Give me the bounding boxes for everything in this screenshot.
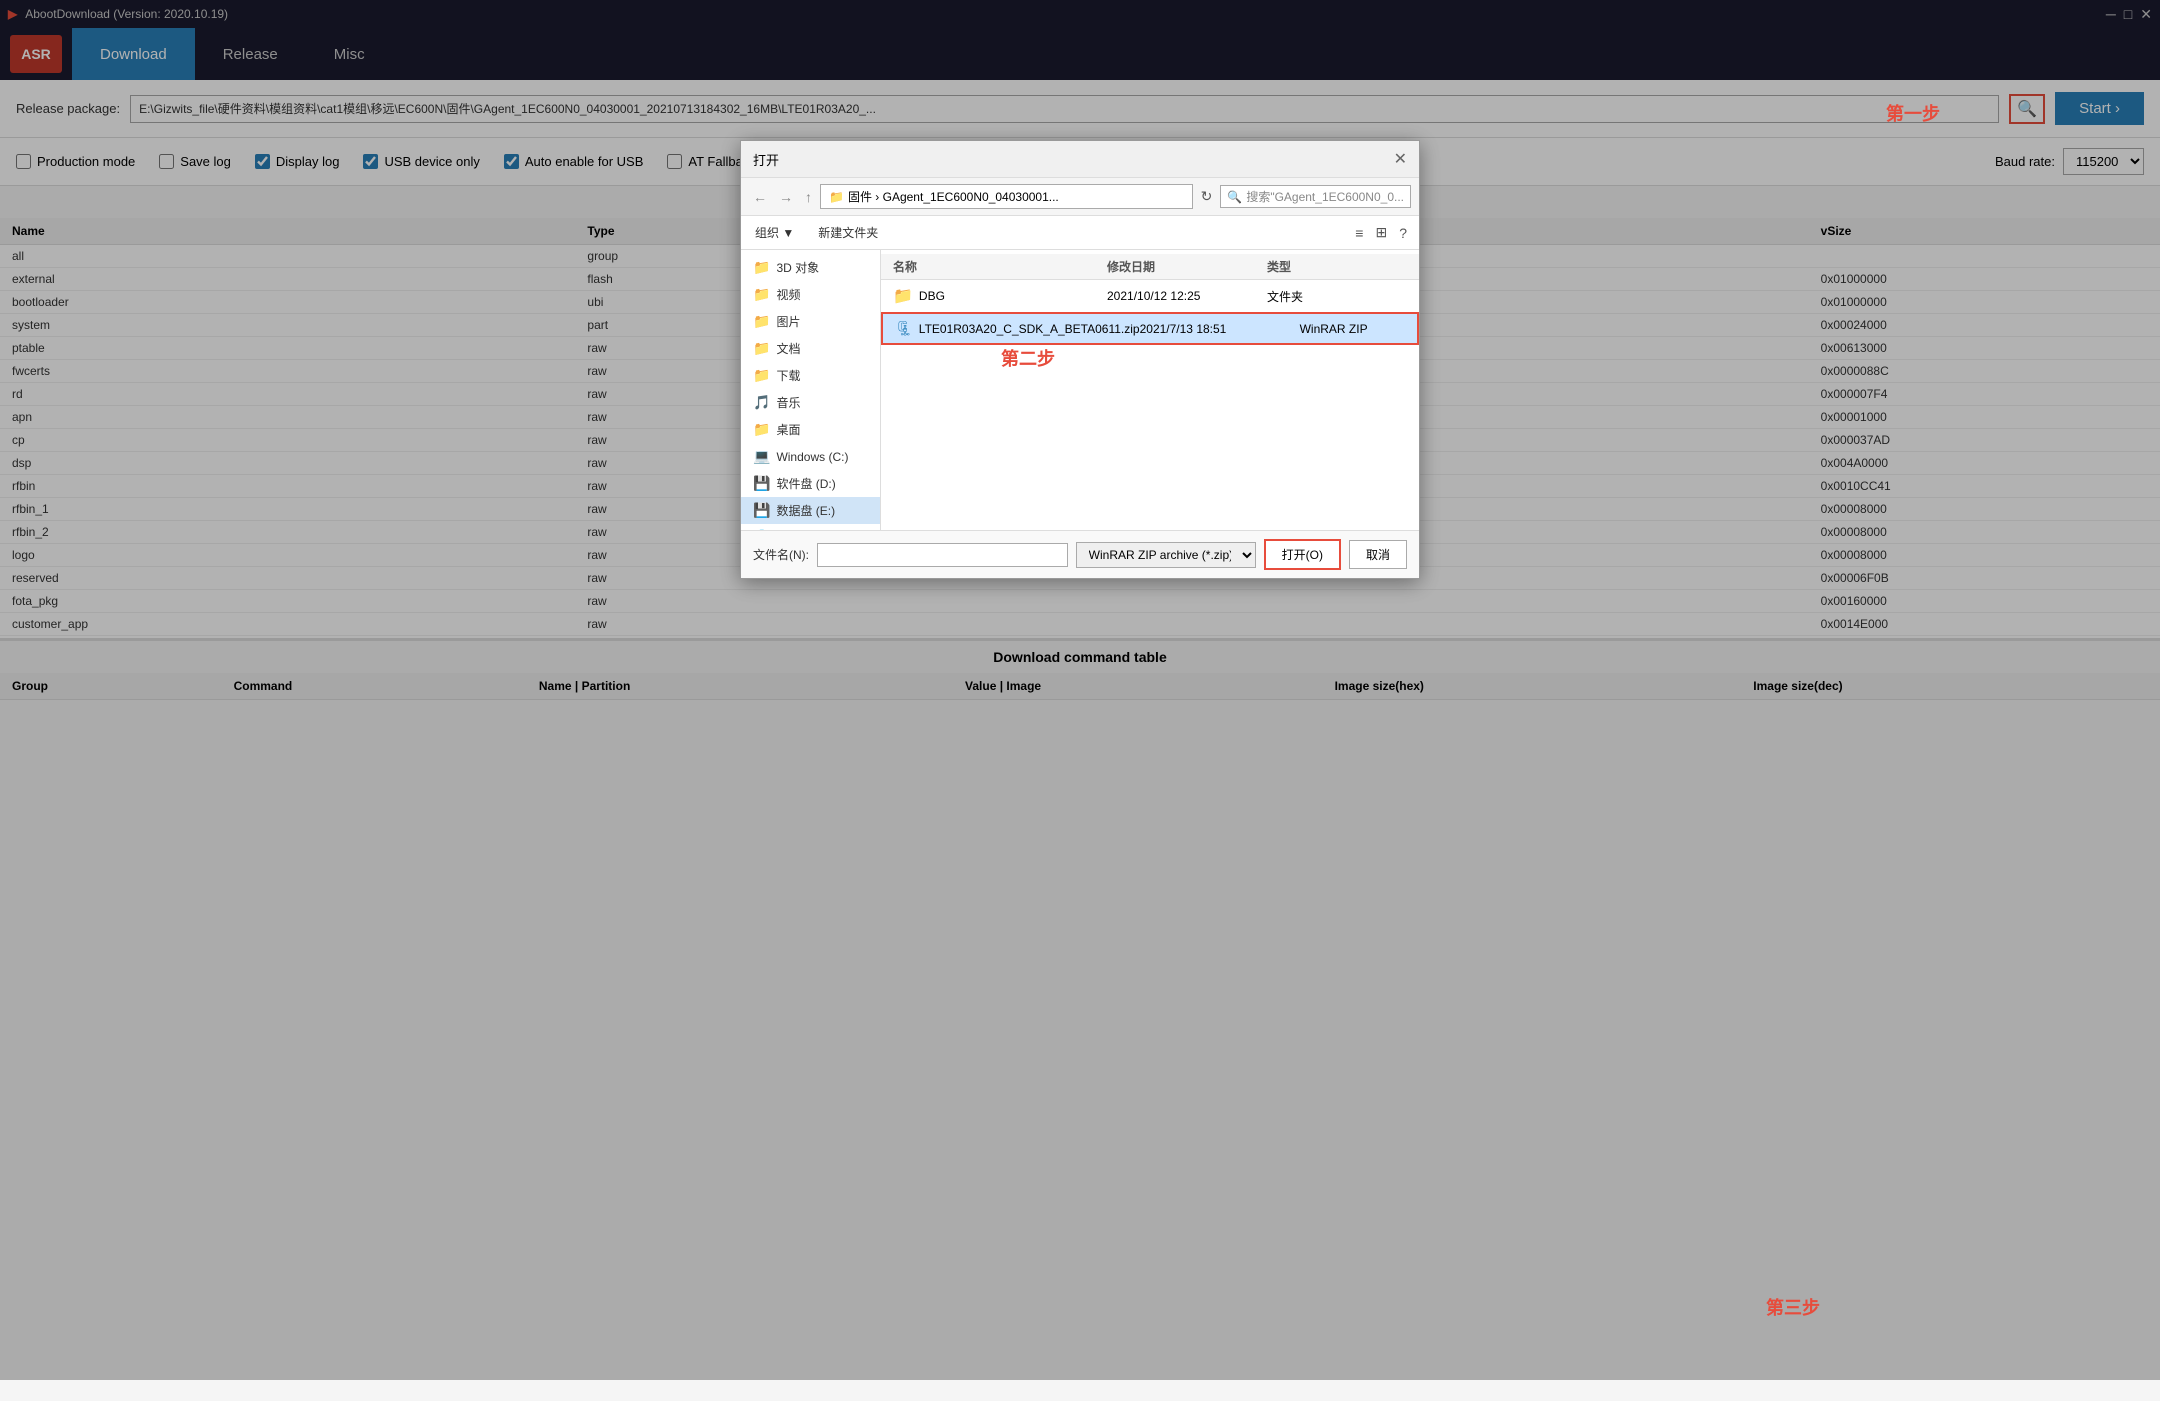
dialog-up-button[interactable]: ↑ — [801, 187, 816, 207]
dialog-title-bar: 打开 ✕ — [741, 141, 1419, 178]
folder-icon-downloads: 📁 — [753, 367, 770, 384]
sidebar-label-video: 视频 — [776, 286, 800, 303]
folder-icon-documents: 📁 — [753, 340, 770, 357]
sidebar-pictures[interactable]: 📁 图片 — [741, 308, 880, 335]
sidebar-drive-c[interactable]: 💻 Windows (C:) — [741, 443, 880, 470]
dialog-cancel-button[interactable]: 取消 — [1349, 540, 1407, 569]
dialog-title: 打开 — [753, 150, 779, 169]
view-tiles-button[interactable]: ⊞ — [1371, 222, 1391, 243]
view-list-button[interactable]: ≡ — [1351, 222, 1367, 243]
filename-label: 文件名(N): — [753, 546, 809, 563]
open-file-dialog: 打开 ✕ ← → ↑ 📁 固件 › GAgent_1EC600N0_040300… — [740, 140, 1420, 579]
dialog-search-box: 🔍 搜索"GAgent_1EC600N0_0... — [1220, 185, 1411, 208]
sidebar-documents[interactable]: 📁 文档 — [741, 335, 880, 362]
sidebar-label-3d: 3D 对象 — [776, 259, 819, 276]
dialog-open-button[interactable]: 打开(O) — [1264, 539, 1341, 570]
file-list-header: 名称 修改日期 类型 — [881, 254, 1419, 280]
sidebar-label-downloads: 下载 — [776, 367, 800, 384]
sidebar-drive-d[interactable]: 💾 软件盘 (D:) — [741, 470, 880, 497]
dialog-file-area: 名称 修改日期 类型 📁 DBG 2021/10/12 12:25 文件夹 — [881, 250, 1419, 530]
dialog-sidebar: 📁 3D 对象 📁 视频 📁 图片 📁 文档 📁 下载 — [741, 250, 881, 530]
sidebar-desktop[interactable]: 📁 桌面 — [741, 416, 880, 443]
sidebar-downloads[interactable]: 📁 下载 — [741, 362, 880, 389]
file-name-dbg: DBG — [919, 289, 945, 303]
search-icon-small: 🔍 — [1227, 190, 1242, 204]
dialog-nav: ← → ↑ 📁 固件 › GAgent_1EC600N0_04030001...… — [741, 178, 1419, 216]
dialog-footer: 文件名(N): WinRAR ZIP archive (*.zip) 打开(O)… — [741, 530, 1419, 578]
folder-icon-video: 📁 — [753, 286, 770, 303]
sidebar-network[interactable]: 🌐 网络 — [741, 524, 880, 530]
network-icon: 🌐 — [753, 529, 770, 530]
sidebar-drive-e[interactable]: 💾 数据盘 (E:) — [741, 497, 880, 524]
help-button[interactable]: ? — [1395, 222, 1411, 243]
sidebar-label-music: 音乐 — [776, 394, 800, 411]
filename-input[interactable] — [817, 543, 1068, 567]
dialog-breadcrumb: 📁 固件 › GAgent_1EC600N0_04030001... — [820, 184, 1193, 209]
file-type-zip: WinRAR ZIP — [1300, 322, 1419, 336]
new-folder-button[interactable]: 新建文件夹 — [812, 222, 884, 243]
dialog-body: 📁 3D 对象 📁 视频 📁 图片 📁 文档 📁 下载 — [741, 250, 1419, 530]
file-name-zip: LTE01R03A20_C_SDK_A_BETA0611.zip — [919, 322, 1140, 336]
folder-icon-pictures: 📁 — [753, 313, 770, 330]
breadcrumb-folder-icon: 📁 — [829, 190, 844, 204]
dialog-refresh-button[interactable]: ↻ — [1197, 186, 1217, 207]
breadcrumb-text: 固件 › GAgent_1EC600N0_04030001... — [848, 188, 1059, 205]
dialog-close-button[interactable]: ✕ — [1394, 149, 1407, 169]
folder-icon-3d: 📁 — [753, 259, 770, 276]
sidebar-label-drive-d: 软件盘 (D:) — [776, 475, 835, 492]
dialog-toolbar: 组织 ▼ 新建文件夹 ≡ ⊞ ? — [741, 216, 1419, 250]
sidebar-label-drive-c: Windows (C:) — [776, 450, 848, 464]
filetype-select[interactable]: WinRAR ZIP archive (*.zip) — [1076, 542, 1256, 568]
annotation-step2: 第二步 — [1001, 349, 1055, 369]
dialog-forward-button[interactable]: → — [775, 187, 797, 207]
sidebar-label-desktop: 桌面 — [776, 421, 800, 438]
col-header-type: 类型 — [1267, 258, 1407, 275]
drive-icon-c: 💻 — [753, 448, 770, 465]
zip-icon: 🗜 — [895, 320, 913, 337]
file-type-dbg: 文件夹 — [1267, 288, 1407, 305]
sidebar-label-pictures: 图片 — [776, 313, 800, 330]
dialog-overlay: 打开 ✕ ← → ↑ 📁 固件 › GAgent_1EC600N0_040300… — [0, 0, 2160, 1380]
sidebar-music[interactable]: 🎵 音乐 — [741, 389, 880, 416]
folder-icon-music: 🎵 — [753, 394, 770, 411]
col-header-date: 修改日期 — [1107, 258, 1267, 275]
folder-icon-desktop: 📁 — [753, 421, 770, 438]
dialog-search-placeholder: 搜索"GAgent_1EC600N0_0... — [1246, 188, 1404, 205]
sidebar-label-documents: 文档 — [776, 340, 800, 357]
sidebar-label-drive-e: 数据盘 (E:) — [776, 502, 835, 519]
drive-icon-e: 💾 — [753, 502, 770, 519]
col-header-name: 名称 — [893, 258, 1107, 275]
folder-icon-dbg: 📁 — [893, 286, 913, 306]
file-date-zip: 2021/7/13 18:51 — [1140, 322, 1300, 336]
sidebar-video[interactable]: 📁 视频 — [741, 281, 880, 308]
sidebar-3d[interactable]: 📁 3D 对象 — [741, 254, 880, 281]
file-item-dbg[interactable]: 📁 DBG 2021/10/12 12:25 文件夹 — [881, 280, 1419, 312]
sidebar-label-network: 网络 — [776, 529, 800, 530]
organize-button[interactable]: 组织 ▼ — [749, 222, 800, 243]
dialog-back-button[interactable]: ← — [749, 187, 771, 207]
file-date-dbg: 2021/10/12 12:25 — [1107, 289, 1267, 303]
view-icons: ≡ ⊞ ? — [1351, 222, 1411, 243]
drive-icon-d: 💾 — [753, 475, 770, 492]
file-item-zip[interactable]: 🗜 LTE01R03A20_C_SDK_A_BETA0611.zip 2021/… — [881, 312, 1419, 345]
